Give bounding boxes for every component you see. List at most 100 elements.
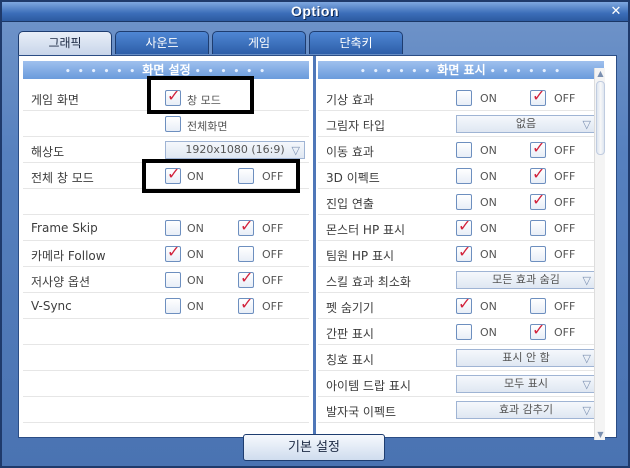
label-party-hp: 팀원 HP 표시 (326, 249, 395, 263)
label-pet-hide-off: OFF (554, 300, 576, 313)
label-weather: 기상 효과 (326, 93, 374, 107)
checkbox-low-spec-off[interactable] (238, 268, 254, 288)
label-vsync: V-Sync (31, 299, 72, 313)
row-shadow: 그림자 타입 없음 ▽ (318, 112, 604, 137)
skill-fx-dropdown[interactable]: 모든 효과 숨김 ▽ (456, 271, 596, 289)
checkbox-entry-off[interactable] (530, 190, 546, 210)
label-fullscreen: 전체화면 (187, 120, 228, 133)
label-monster-hp: 몬스터 HP 표시 (326, 223, 406, 237)
options-panel: • • • • • • 화면 설정 • • • • • • • • • • • … (18, 55, 617, 438)
tab-game[interactable]: 게임 (212, 31, 306, 54)
shadow-dropdown[interactable]: 없음 ▽ (456, 115, 596, 133)
checkbox-fx3d-off[interactable] (530, 164, 546, 184)
scroll-up-icon[interactable]: ▲ (595, 68, 606, 79)
chevron-down-icon: ▽ (582, 352, 591, 365)
checkbox-sign-on[interactable] (456, 324, 472, 340)
chevron-down-icon: ▽ (582, 378, 591, 391)
label-weather-on: ON (480, 92, 497, 105)
label-game-screen: 게임 화면 (31, 93, 79, 107)
label-frame-skip-off: OFF (262, 222, 284, 235)
label-sign: 간판 표시 (326, 327, 374, 341)
checkbox-sign-off[interactable] (530, 320, 546, 340)
resolution-value: 1920x1080 (16:9) (185, 143, 285, 156)
label-low-spec-off: OFF (262, 274, 284, 287)
label-fullwindow: 전체 창 모드 (31, 171, 94, 185)
label-entry-on: ON (480, 196, 497, 209)
right-header: • • • • • • 화면 표시 • • • • • • (318, 61, 604, 79)
label-weather-off: OFF (554, 92, 576, 105)
highlight-window-mode (147, 76, 254, 114)
row-blank-4 (23, 372, 309, 397)
row-sign: 간판 표시 ON OFF (318, 320, 604, 345)
checkbox-pet-hide-off[interactable] (530, 298, 546, 314)
title-bar[interactable]: Option ✕ (2, 2, 628, 22)
checkbox-monster-hp-off[interactable] (530, 220, 546, 236)
checkbox-party-hp-off[interactable] (530, 246, 546, 262)
default-settings-button[interactable]: 기본 설정 (243, 434, 385, 461)
checkbox-fx3d-on[interactable] (456, 168, 472, 184)
shadow-value: 없음 (515, 117, 537, 130)
row-blank-3 (23, 346, 309, 371)
checkbox-fullscreen[interactable] (165, 116, 181, 132)
checkbox-entry-on[interactable] (456, 194, 472, 210)
label-move-fx: 이동 효과 (326, 145, 374, 159)
label-monster-hp-off: OFF (554, 222, 576, 235)
footstep-dropdown[interactable]: 효과 감추기 ▽ (456, 401, 596, 419)
checkbox-vsync-off[interactable] (238, 294, 254, 314)
row-move-fx: 이동 효과 ON OFF (318, 138, 604, 163)
row-fullscreen: 전체화면 (23, 112, 309, 137)
row-low-spec: 저사양 옵션 ON OFF (23, 268, 309, 293)
scroll-thumb[interactable] (596, 81, 605, 155)
label-sign-on: ON (480, 326, 497, 339)
checkbox-frame-skip-on[interactable] (165, 220, 181, 236)
scroll-down-icon[interactable]: ▼ (595, 429, 606, 440)
scrollbar[interactable]: ▲ ▼ (594, 68, 605, 440)
row-frame-skip: Frame Skip ON OFF (23, 216, 309, 241)
left-header-label: 화면 설정 (142, 63, 191, 77)
label-party-hp-on: ON (480, 248, 497, 261)
label-low-spec-on: ON (187, 274, 204, 287)
label-entry-off: OFF (554, 196, 576, 209)
checkbox-move-fx-on[interactable] (456, 142, 472, 158)
row-skill-fx: 스킬 효과 최소화 모든 효과 숨김 ▽ (318, 268, 604, 293)
checkbox-camera-follow-on[interactable] (165, 242, 181, 262)
checkbox-weather-on[interactable] (456, 90, 472, 106)
close-icon[interactable]: ✕ (608, 4, 624, 19)
row-monster-hp: 몬스터 HP 표시 ON OFF (318, 216, 604, 241)
checkbox-weather-off[interactable] (530, 86, 546, 106)
footstep-value: 효과 감추기 (498, 403, 554, 416)
checkbox-frame-skip-off[interactable] (238, 216, 254, 236)
right-header-label: 화면 표시 (437, 63, 486, 77)
row-camera-follow: 카메라 Follow ON OFF (23, 242, 309, 267)
label-camera-follow-on: ON (187, 248, 204, 261)
item-drop-dropdown[interactable]: 모두 표시 ▽ (456, 375, 596, 393)
tab-graphic[interactable]: 그래픽 (18, 31, 112, 55)
label-frame-skip: Frame Skip (31, 221, 98, 235)
label-fx3d: 3D 이펙트 (326, 171, 380, 185)
label-entry: 진입 연출 (326, 197, 374, 211)
label-skill-fx: 스킬 효과 최소화 (326, 275, 411, 289)
checkbox-camera-follow-off[interactable] (238, 246, 254, 262)
label-item-drop: 아이템 드랍 표시 (326, 379, 411, 393)
window-body: 그래픽 사운드 게임 단축키 • • • • • • 화면 설정 • • • •… (2, 22, 628, 466)
tab-sound[interactable]: 사운드 (115, 31, 209, 54)
checkbox-pet-hide-on[interactable] (456, 294, 472, 314)
row-weather: 기상 효과 ON OFF (318, 86, 604, 111)
checkbox-monster-hp-on[interactable] (456, 216, 472, 236)
checkbox-low-spec-on[interactable] (165, 272, 181, 288)
option-window: Option ✕ 그래픽 사운드 게임 단축키 • • • • • • 화면 설… (0, 0, 630, 468)
column-divider (313, 56, 316, 437)
tab-shortcut[interactable]: 단축키 (309, 31, 403, 54)
label-footstep: 발자국 이펙트 (326, 405, 397, 419)
row-blank-1 (23, 190, 309, 215)
row-pet-hide: 펫 숨기기 ON OFF (318, 294, 604, 319)
window-title: Option (290, 3, 340, 19)
title-display-dropdown[interactable]: 표시 안 함 ▽ (456, 349, 596, 367)
label-pet-hide: 펫 숨기기 (326, 301, 374, 315)
checkbox-vsync-on[interactable] (165, 298, 181, 314)
resolution-dropdown[interactable]: 1920x1080 (16:9) ▽ (165, 141, 305, 159)
checkbox-party-hp-on[interactable] (456, 242, 472, 262)
label-fx3d-on: ON (480, 170, 497, 183)
checkbox-move-fx-off[interactable] (530, 138, 546, 158)
title-display-value: 표시 안 함 (502, 351, 550, 364)
